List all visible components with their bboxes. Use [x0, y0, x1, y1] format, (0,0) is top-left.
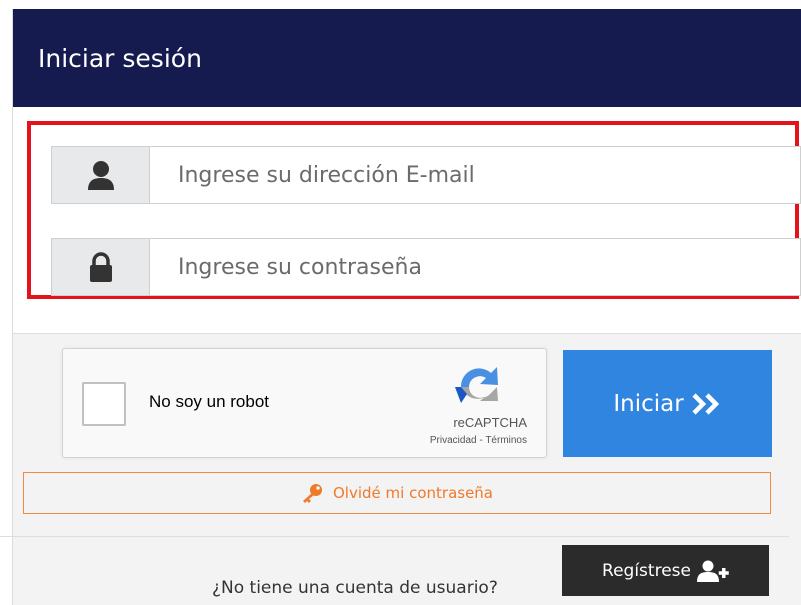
recaptcha-terms-link[interactable]: Términos	[485, 435, 527, 446]
register-button[interactable]: Regístrese	[562, 545, 769, 596]
email-field[interactable]	[150, 147, 800, 203]
credentials-section	[13, 107, 801, 334]
recaptcha-widget: No soy un robot reCAPTCHA Privacidad - T…	[62, 348, 547, 458]
register-label: Regístrese	[602, 560, 691, 581]
no-account-text: ¿No tiene una cuenta de usuario?	[212, 578, 498, 598]
login-header: Iniciar sesión	[13, 9, 801, 107]
login-panel: Iniciar sesión	[12, 9, 801, 605]
recaptcha-links-separator: -	[476, 435, 486, 446]
key-icon	[303, 484, 322, 503]
recaptcha-logo-icon	[455, 367, 498, 403]
highlight-box	[27, 121, 801, 299]
forgot-password-label: Olvidé mi contraseña	[333, 484, 493, 502]
footer-divider	[0, 536, 789, 537]
login-submit-label: Iniciar	[613, 390, 684, 417]
lock-icon	[52, 239, 150, 295]
recaptcha-privacy-link[interactable]: Privacidad	[430, 435, 477, 446]
login-submit-button[interactable]: Iniciar	[563, 350, 772, 457]
page-title: Iniciar sesión	[38, 44, 202, 73]
recaptcha-links: Privacidad - Términos	[430, 435, 527, 446]
user-icon	[52, 147, 150, 203]
password-input-group	[51, 238, 801, 296]
recaptcha-label: No soy un robot	[149, 392, 270, 411]
recaptcha-brand: reCAPTCHA	[453, 415, 527, 430]
email-input-group	[51, 146, 801, 204]
forgot-password-link[interactable]: Olvidé mi contraseña	[23, 472, 771, 514]
recaptcha-checkbox[interactable]	[82, 382, 126, 426]
password-field[interactable]	[150, 239, 800, 295]
add-user-icon	[696, 560, 729, 582]
double-chevron-right-icon	[692, 392, 719, 415]
